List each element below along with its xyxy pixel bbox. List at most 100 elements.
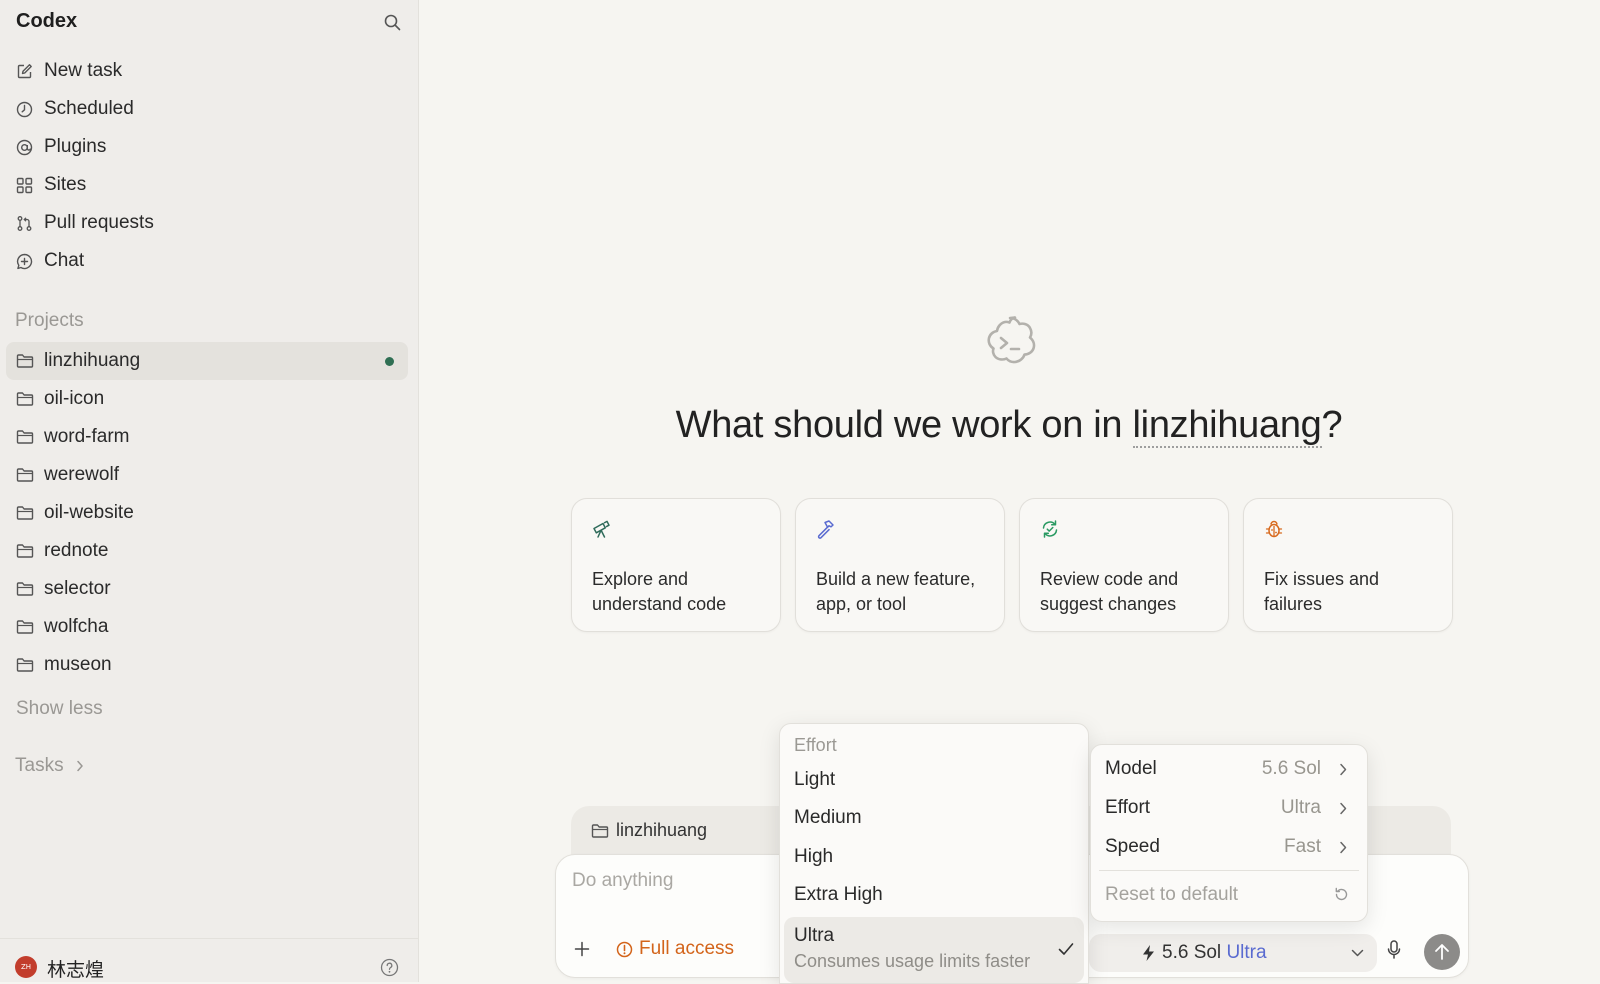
sidebar-item-plugins[interactable]: Plugins bbox=[6, 128, 408, 166]
project-label: word-farm bbox=[44, 426, 130, 447]
chevron-right-icon bbox=[1339, 802, 1347, 815]
effort-option-extra-high[interactable]: Extra High bbox=[794, 884, 883, 906]
settings-row-effort[interactable]: Effort Ultra bbox=[1091, 790, 1367, 826]
search-icon[interactable] bbox=[384, 14, 401, 31]
project-label: museon bbox=[44, 654, 112, 675]
reset-icon bbox=[1334, 887, 1349, 902]
project-label: selector bbox=[44, 578, 111, 599]
app-title: Codex bbox=[16, 10, 78, 32]
title-project-selector[interactable]: linzhihuang bbox=[1132, 404, 1322, 448]
chevron-right-icon bbox=[1339, 763, 1347, 776]
model-settings-menu: Model 5.6 Sol Effort Ultra Speed Fast Re… bbox=[1090, 744, 1368, 922]
settings-key: Effort bbox=[1105, 797, 1151, 818]
checkmark-icon bbox=[1058, 942, 1074, 956]
menu-divider bbox=[1099, 870, 1359, 871]
sidebar-item-sites[interactable]: Sites bbox=[6, 166, 408, 204]
edit-icon bbox=[16, 63, 33, 80]
folder-icon bbox=[16, 467, 34, 483]
chevron-down-icon bbox=[1351, 949, 1364, 957]
sidebar-item-label: Plugins bbox=[44, 136, 107, 157]
project-label: oil-website bbox=[44, 502, 134, 523]
reset-to-default-button[interactable]: Reset to default bbox=[1091, 876, 1367, 912]
user-row[interactable]: ZH 林志煌 bbox=[0, 938, 418, 983]
settings-key: Model bbox=[1105, 758, 1157, 779]
project-item-oil-icon[interactable]: oil-icon bbox=[6, 380, 408, 418]
settings-value: Fast bbox=[1284, 836, 1321, 857]
folder-icon bbox=[16, 353, 34, 369]
lightning-icon bbox=[1141, 944, 1156, 962]
project-item-selector[interactable]: selector bbox=[6, 570, 408, 608]
effort-dropdown-menu: Effort Light Medium High Extra High Ultr… bbox=[779, 723, 1089, 984]
sidebar: Codex New task Scheduled Plugins Sites P… bbox=[0, 0, 419, 982]
help-icon[interactable] bbox=[380, 958, 399, 977]
avatar[interactable]: ZH bbox=[15, 956, 37, 978]
project-item-oil-website[interactable]: oil-website bbox=[6, 494, 408, 532]
composer-project-label: linzhihuang bbox=[616, 820, 708, 840]
project-item-linzhihuang[interactable]: linzhihuang bbox=[6, 342, 408, 380]
sidebar-item-scheduled[interactable]: Scheduled bbox=[6, 90, 408, 128]
chevron-right-icon[interactable] bbox=[76, 760, 84, 772]
effort-option-label: Ultra bbox=[794, 925, 835, 946]
folder-icon bbox=[16, 429, 34, 445]
chat-plus-icon bbox=[16, 253, 33, 270]
folder-icon bbox=[16, 505, 34, 521]
effort-option-medium[interactable]: Medium bbox=[794, 807, 862, 829]
project-item-word-farm[interactable]: word-farm bbox=[6, 418, 408, 456]
card-text: Explore and understand code bbox=[592, 569, 727, 614]
suggestion-card-review[interactable]: Review code and suggest changes bbox=[1019, 498, 1229, 632]
effort-option-ultra[interactable]: Ultra Consumes usage limits faster bbox=[784, 917, 1084, 983]
title-prefix: What should we work on in bbox=[675, 404, 1133, 446]
sidebar-item-chat[interactable]: Chat bbox=[6, 242, 408, 280]
at-icon bbox=[16, 139, 33, 156]
settings-row-model[interactable]: Model 5.6 Sol bbox=[1091, 751, 1367, 787]
project-item-werewolf[interactable]: werewolf bbox=[6, 456, 408, 494]
folder-icon bbox=[16, 391, 34, 407]
project-item-museon[interactable]: museon bbox=[6, 646, 408, 684]
project-item-rednote[interactable]: rednote bbox=[6, 532, 408, 570]
settings-value: 5.6 Sol bbox=[1261, 758, 1321, 779]
suggestion-card-build[interactable]: Build a new feature, app, or tool bbox=[795, 498, 1005, 632]
review-refresh-icon bbox=[1040, 519, 1060, 539]
projects-heading: Projects bbox=[15, 310, 84, 331]
sidebar-item-new-task[interactable]: New task bbox=[6, 52, 408, 90]
effort-option-light[interactable]: Light bbox=[794, 769, 835, 791]
folder-icon bbox=[16, 619, 34, 635]
status-dot bbox=[385, 357, 394, 366]
project-item-wolfcha[interactable]: wolfcha bbox=[6, 608, 408, 646]
project-label: werewolf bbox=[44, 464, 119, 485]
model-selector-button[interactable]: 5.6 Sol Ultra bbox=[1089, 934, 1377, 972]
codex-logo-icon bbox=[980, 313, 1040, 373]
access-mode-label: Full access bbox=[639, 938, 735, 959]
tasks-heading[interactable]: Tasks bbox=[15, 755, 64, 777]
send-button[interactable] bbox=[1424, 934, 1460, 970]
suggestion-card-explore[interactable]: Explore and understand code bbox=[571, 498, 781, 632]
sidebar-item-pull-requests[interactable]: Pull requests bbox=[6, 204, 408, 242]
folder-icon bbox=[591, 823, 609, 839]
chevron-right-icon bbox=[1339, 841, 1347, 854]
warning-icon bbox=[616, 941, 633, 958]
project-label: oil-icon bbox=[44, 388, 105, 409]
effort-option-description: Consumes usage limits faster bbox=[794, 951, 1031, 971]
card-text: Fix issues and failures bbox=[1264, 569, 1380, 614]
suggestion-card-fix[interactable]: Fix issues and failures bbox=[1243, 498, 1453, 632]
project-label: rednote bbox=[44, 540, 109, 561]
add-attachment-button[interactable] bbox=[574, 941, 590, 957]
effort-name: Ultra bbox=[1226, 942, 1267, 963]
card-text: Review code and suggest changes bbox=[1040, 569, 1179, 614]
model-name: 5.6 Sol bbox=[1162, 942, 1222, 963]
project-label: linzhihuang bbox=[44, 350, 141, 371]
hammer-icon bbox=[816, 519, 836, 539]
bug-icon bbox=[1264, 519, 1284, 539]
settings-row-speed[interactable]: Speed Fast bbox=[1091, 829, 1367, 865]
sidebar-item-label: New task bbox=[44, 60, 123, 81]
card-text: Build a new feature, app, or tool bbox=[816, 569, 976, 614]
settings-value: Ultra bbox=[1280, 797, 1321, 818]
show-less-link[interactable]: Show less bbox=[16, 698, 103, 720]
microphone-icon[interactable] bbox=[1387, 940, 1401, 960]
sidebar-item-label: Scheduled bbox=[44, 98, 134, 119]
effort-option-high[interactable]: High bbox=[794, 846, 833, 868]
folder-icon bbox=[16, 581, 34, 597]
title-suffix: ? bbox=[1321, 404, 1343, 446]
telescope-icon bbox=[592, 519, 612, 539]
project-label: wolfcha bbox=[44, 616, 109, 637]
